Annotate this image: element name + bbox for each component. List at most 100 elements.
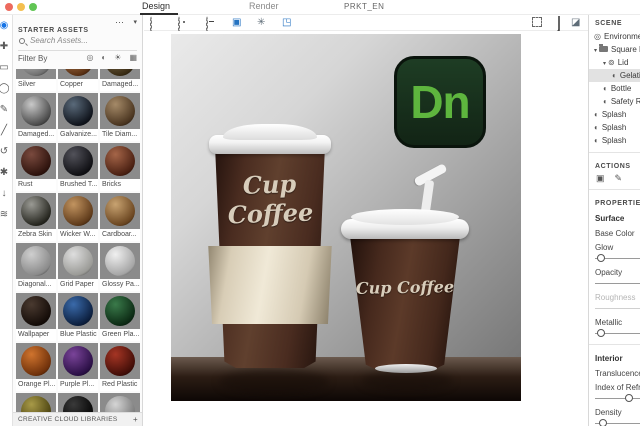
environment-icon: ◎: [594, 32, 601, 41]
scene-item-splash[interactable]: ◐ Splash: [589, 121, 640, 134]
slider-index-of-refraction[interactable]: [595, 393, 640, 404]
slider-metallic[interactable]: [595, 328, 640, 339]
export-image-icon[interactable]: ▣: [596, 173, 605, 184]
asset-item[interactable]: Red Plastic: [100, 343, 140, 391]
horizon-tool-icon[interactable]: ≋: [0, 204, 12, 225]
fit-view-icon[interactable]: [532, 17, 542, 27]
undo-tool-icon[interactable]: ↺: [0, 141, 12, 162]
eyedropper-icon[interactable]: ✎: [615, 173, 623, 184]
properties-list: Surface Base Color Glow Opacity Roughness Met…: [589, 210, 640, 426]
ground-plane-icon[interactable]: ✳: [257, 17, 265, 29]
slider-knob[interactable]: [625, 394, 634, 402]
filter-icons: ◎ ◐ ☀ ▦: [86, 53, 137, 62]
divider: [589, 344, 640, 345]
asset-label: Blue Plastic: [58, 329, 98, 341]
asset-item[interactable]: Grid Paper: [58, 243, 98, 291]
lights-filter-icon[interactable]: ☀: [114, 53, 121, 62]
assets-panel-header: STARTER ASSETS ⋯ ▾: [13, 15, 142, 34]
asset-item[interactable]: Damaged...: [16, 93, 56, 141]
asset-item[interactable]: Bricks: [100, 143, 140, 191]
material-sphere: [63, 296, 93, 326]
asset-item[interactable]: Copper: [58, 69, 98, 91]
asset-item[interactable]: Blue Plastic: [58, 293, 98, 341]
rendered-scene[interactable]: Dn Cup Coffee Cup Coffee: [171, 34, 521, 401]
slider-knob[interactable]: [597, 254, 606, 262]
slider-glow[interactable]: [595, 253, 640, 264]
viewport[interactable]: Dn Cup Coffee Cup Coffee: [144, 31, 588, 426]
frame-selection-icon[interactable]: ◳: [282, 17, 291, 29]
scene-item-safety-ring[interactable]: ◐Safety Ring: [589, 95, 640, 108]
rotate-tool-icon[interactable]: ◯: [0, 78, 12, 99]
slider-opacity[interactable]: [595, 278, 640, 289]
slider-knob[interactable]: [597, 329, 606, 337]
dolly-tool-icon[interactable]: ↓: [0, 183, 12, 204]
large-cup-lid-top: [223, 124, 317, 140]
asset-search-input[interactable]: Search Assets...: [18, 35, 137, 51]
chevron-down-icon[interactable]: ▾: [594, 48, 597, 54]
minimize-window-button[interactable]: [17, 3, 25, 11]
asset-item[interactable]: Wallpaper: [16, 293, 56, 341]
slider-density[interactable]: [595, 418, 640, 426]
background-icon[interactable]: ◪: [571, 17, 580, 29]
small-cup-brand-text: Cup Coffee: [355, 277, 455, 298]
asset-item[interactable]: Green Pla...: [100, 293, 140, 341]
tab-render[interactable]: Render: [249, 1, 279, 11]
property-label-opacity: Opacity: [595, 268, 623, 277]
asset-item[interactable]: Rust: [16, 143, 56, 191]
asset-item[interactable]: Purple Pl...: [58, 343, 98, 391]
asset-item[interactable]: Brushed T...: [58, 143, 98, 191]
material-icon: ◐: [594, 110, 599, 119]
panel-collapse-icon[interactable]: ▾: [133, 18, 137, 26]
creative-cloud-libraries-bar[interactable]: CREATIVE CLOUD LIBRARIES +: [13, 412, 142, 426]
large-cup-sleeve[interactable]: [208, 246, 332, 324]
panel-menu-icon[interactable]: ⋯: [115, 17, 124, 28]
asset-thumbnail: [16, 69, 56, 79]
tab-design[interactable]: Design: [142, 1, 170, 11]
slider-roughness[interactable]: [595, 303, 640, 314]
small-cup-body[interactable]: [350, 237, 460, 370]
asset-item[interactable]: Galvanize...: [58, 93, 98, 141]
scene-item-lid[interactable]: ▾ ⊚ Lid: [589, 56, 640, 69]
asset-item[interactable]: Zebra Skin: [16, 193, 56, 241]
eyedropper-tool-icon[interactable]: ╱: [0, 120, 12, 141]
select-tool-icon[interactable]: ◉: [0, 15, 12, 36]
asset-label: Diagonal...: [16, 279, 56, 291]
property-label-roughness: Roughness: [595, 293, 636, 302]
chevron-down-icon[interactable]: ▾: [603, 61, 606, 67]
asset-item[interactable]: Damaged...: [100, 69, 140, 91]
asset-item[interactable]: Diagonal...: [16, 243, 56, 291]
camera-bookmarks-icon[interactable]: ▣: [232, 17, 241, 29]
materials-filter-icon[interactable]: ◐: [101, 53, 106, 62]
close-window-button[interactable]: [5, 3, 13, 11]
material-icon: ◐: [603, 84, 608, 93]
slider-knob[interactable]: [598, 419, 607, 426]
asset-item[interactable]: Cardboar...: [100, 193, 140, 241]
divider: [589, 152, 640, 153]
zoom-window-button[interactable]: [29, 3, 37, 11]
images-filter-icon[interactable]: ▦: [129, 53, 137, 62]
scene-panel-title: SCENE: [595, 20, 623, 27]
pen-tool-icon[interactable]: ✎: [0, 99, 12, 120]
scene-item-environment[interactable]: ◎Environment: [589, 30, 640, 43]
move-tool-icon[interactable]: ✚: [0, 36, 12, 57]
filter-row: Filter By ◎ ◐ ☀ ▦: [18, 53, 137, 67]
expand-libraries-icon[interactable]: +: [133, 413, 138, 426]
asset-item[interactable]: Glossy Pa...: [100, 243, 140, 291]
material-sphere: [21, 69, 51, 76]
asset-item[interactable]: Wicker W...: [58, 193, 98, 241]
scene-item-square-bottle[interactable]: ▾ Square Bottle: [589, 43, 640, 56]
scene-item-gelatin[interactable]: ◐Gelatin: [589, 69, 640, 82]
scene-item-label: Lid: [617, 58, 629, 67]
asset-item[interactable]: Silver: [16, 69, 56, 91]
asset-item[interactable]: Orange Pl...: [16, 343, 56, 391]
scene-item-splash[interactable]: ◐ Splash: [589, 108, 640, 121]
material-sphere: [21, 246, 51, 276]
group-icon: ⊚: [608, 58, 615, 67]
scene-item-splash[interactable]: ◐ Splash: [589, 134, 640, 147]
scene-item-bottle[interactable]: ◐ Bottle: [589, 82, 640, 95]
material-sphere: [63, 346, 93, 376]
models-filter-icon[interactable]: ◎: [86, 53, 93, 62]
scale-tool-icon[interactable]: ▭: [0, 57, 12, 78]
magic-wand-tool-icon[interactable]: ✱: [0, 162, 12, 183]
asset-item[interactable]: Tile Diam...: [100, 93, 140, 141]
